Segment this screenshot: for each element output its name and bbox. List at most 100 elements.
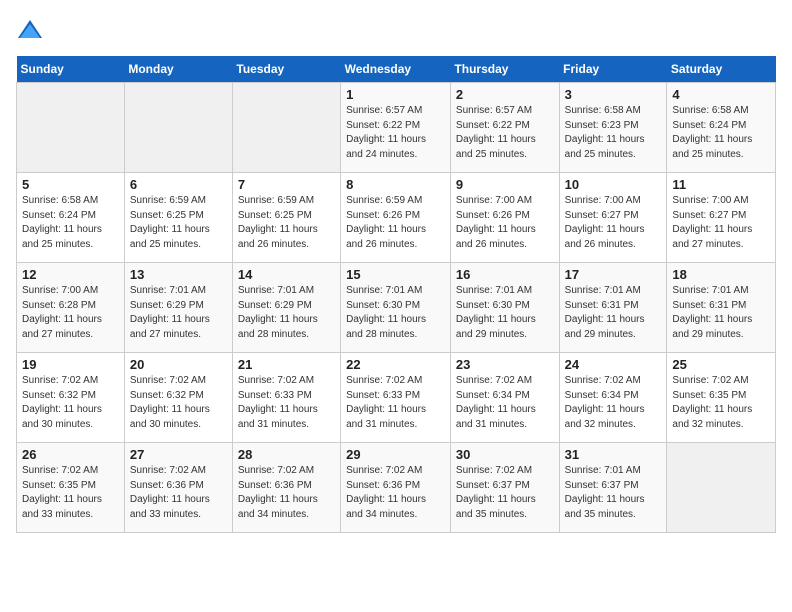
page-header — [16, 16, 776, 44]
calendar-cell: 12 Sunrise: 7:00 AM Sunset: 6:28 PM Dayli… — [17, 263, 125, 353]
calendar-cell: 4 Sunrise: 6:58 AM Sunset: 6:24 PM Daylig… — [667, 83, 776, 173]
calendar-cell: 22Sunrise: 7:02 AM Sunset: 6:33 PM Dayli… — [341, 353, 451, 443]
day-number: 24 — [565, 357, 662, 372]
day-number: 17 — [565, 267, 662, 282]
calendar-cell — [667, 443, 776, 533]
calendar-cell: 2 Sunrise: 6:57 AM Sunset: 6:22 PM Daylig… — [450, 83, 559, 173]
day-number: 16 — [456, 267, 554, 282]
day-number: 11 — [672, 177, 770, 192]
day-number: 2 — [456, 87, 554, 102]
calendar-cell: 5 Sunrise: 6:58 AM Sunset: 6:24 PM Daylig… — [17, 173, 125, 263]
header-sunday: Sunday — [17, 56, 125, 83]
day-number: 14 — [238, 267, 335, 282]
day-number: 9 — [456, 177, 554, 192]
day-number: 27 — [130, 447, 227, 462]
calendar-cell: 15Sunrise: 7:01 AM Sunset: 6:30 PM Dayli… — [341, 263, 451, 353]
calendar-cell: 30 Sunrise: 7:02 AM Sunset: 6:37 PM Dayli… — [450, 443, 559, 533]
day-info: Sunrise: 6:58 AM Sunset: 6:23 PM Dayligh… — [565, 104, 662, 162]
day-number: 1 — [346, 87, 445, 102]
calendar-cell — [124, 83, 232, 173]
day-number: 28 — [238, 447, 335, 462]
calendar-table: SundayMondayTuesdayWednesdayThursdayFrid… — [16, 56, 776, 533]
day-info: Sunrise: 7:02 AM Sunset: 6:36 PM Dayligh… — [238, 464, 335, 522]
day-info: Sunrise: 7:01 AM Sunset: 6:31 PM Dayligh… — [672, 284, 770, 342]
day-number: 6 — [130, 177, 227, 192]
logo — [16, 16, 48, 44]
day-number: 20 — [130, 357, 227, 372]
calendar-cell: 29Sunrise: 7:02 AM Sunset: 6:36 PM Dayli… — [341, 443, 451, 533]
header-thursday: Thursday — [450, 56, 559, 83]
calendar-cell: 3 Sunrise: 6:58 AM Sunset: 6:23 PM Daylig… — [559, 83, 667, 173]
calendar-cell: 7 Sunrise: 6:59 AM Sunset: 6:25 PM Daylig… — [232, 173, 340, 263]
calendar-header-row: SundayMondayTuesdayWednesdayThursdayFrid… — [17, 56, 776, 83]
header-monday: Monday — [124, 56, 232, 83]
calendar-cell: 23 Sunrise: 7:02 AM Sunset: 6:34 PM Dayli… — [450, 353, 559, 443]
day-info: Sunrise: 7:02 AM Sunset: 6:33 PM Dayligh… — [238, 374, 335, 432]
day-number: 19 — [22, 357, 119, 372]
day-info: Sunrise: 7:01 AM Sunset: 6:30 PM Dayligh… — [346, 284, 445, 342]
day-info: Sunrise: 7:02 AM Sunset: 6:35 PM Dayligh… — [672, 374, 770, 432]
day-info: Sunrise: 6:57 AM Sunset: 6:22 PM Dayligh… — [346, 104, 445, 162]
day-number: 21 — [238, 357, 335, 372]
day-info: Sunrise: 7:01 AM Sunset: 6:29 PM Dayligh… — [238, 284, 335, 342]
calendar-cell — [17, 83, 125, 173]
header-saturday: Saturday — [667, 56, 776, 83]
calendar-cell: 1 Sunrise: 6:57 AM Sunset: 6:22 PM Daylig… — [341, 83, 451, 173]
calendar-cell: 21 Sunrise: 7:02 AM Sunset: 6:33 PM Dayli… — [232, 353, 340, 443]
calendar-cell: 18 Sunrise: 7:01 AM Sunset: 6:31 PM Dayli… — [667, 263, 776, 353]
day-number: 31 — [565, 447, 662, 462]
calendar-cell: 17 Sunrise: 7:01 AM Sunset: 6:31 PM Dayli… — [559, 263, 667, 353]
calendar-cell: 20 Sunrise: 7:02 AM Sunset: 6:32 PM Dayli… — [124, 353, 232, 443]
day-number: 12 — [22, 267, 119, 282]
day-number: 7 — [238, 177, 335, 192]
calendar-cell — [232, 83, 340, 173]
calendar-cell: 11 Sunrise: 7:00 AM Sunset: 6:27 PM Dayli… — [667, 173, 776, 263]
day-number: 3 — [565, 87, 662, 102]
day-number: 13 — [130, 267, 227, 282]
calendar-cell: 25 Sunrise: 7:02 AM Sunset: 6:35 PM Dayli… — [667, 353, 776, 443]
calendar-cell: 26 Sunrise: 7:02 AM Sunset: 6:35 PM Dayli… — [17, 443, 125, 533]
day-number: 25 — [672, 357, 770, 372]
calendar-cell: 27 Sunrise: 7:02 AM Sunset: 6:36 PM Dayli… — [124, 443, 232, 533]
week-row-1: 1 Sunrise: 6:57 AM Sunset: 6:22 PM Daylig… — [17, 83, 776, 173]
week-row-4: 19 Sunrise: 7:02 AM Sunset: 6:32 PM Dayli… — [17, 353, 776, 443]
day-number: 29 — [346, 447, 445, 462]
day-info: Sunrise: 6:59 AM Sunset: 6:25 PM Dayligh… — [238, 194, 335, 252]
day-info: Sunrise: 7:00 AM Sunset: 6:26 PM Dayligh… — [456, 194, 554, 252]
day-info: Sunrise: 7:02 AM Sunset: 6:37 PM Dayligh… — [456, 464, 554, 522]
day-number: 26 — [22, 447, 119, 462]
day-number: 8 — [346, 177, 445, 192]
day-number: 5 — [22, 177, 119, 192]
calendar-cell: 8 Sunrise: 6:59 AM Sunset: 6:26 PM Daylig… — [341, 173, 451, 263]
day-info: Sunrise: 6:58 AM Sunset: 6:24 PM Dayligh… — [672, 104, 770, 162]
calendar-cell: 6Sunrise: 6:59 AM Sunset: 6:25 PM Daylig… — [124, 173, 232, 263]
day-number: 30 — [456, 447, 554, 462]
week-row-3: 12 Sunrise: 7:00 AM Sunset: 6:28 PM Dayli… — [17, 263, 776, 353]
day-info: Sunrise: 7:02 AM Sunset: 6:32 PM Dayligh… — [22, 374, 119, 432]
header-tuesday: Tuesday — [232, 56, 340, 83]
day-info: Sunrise: 6:59 AM Sunset: 6:26 PM Dayligh… — [346, 194, 445, 252]
day-info: Sunrise: 7:00 AM Sunset: 6:27 PM Dayligh… — [672, 194, 770, 252]
week-row-5: 26 Sunrise: 7:02 AM Sunset: 6:35 PM Dayli… — [17, 443, 776, 533]
day-number: 23 — [456, 357, 554, 372]
day-number: 4 — [672, 87, 770, 102]
week-row-2: 5 Sunrise: 6:58 AM Sunset: 6:24 PM Daylig… — [17, 173, 776, 263]
day-info: Sunrise: 6:58 AM Sunset: 6:24 PM Dayligh… — [22, 194, 119, 252]
calendar-cell: 24Sunrise: 7:02 AM Sunset: 6:34 PM Dayli… — [559, 353, 667, 443]
day-info: Sunrise: 7:01 AM Sunset: 6:37 PM Dayligh… — [565, 464, 662, 522]
day-info: Sunrise: 7:02 AM Sunset: 6:36 PM Dayligh… — [130, 464, 227, 522]
day-info: Sunrise: 7:02 AM Sunset: 6:34 PM Dayligh… — [456, 374, 554, 432]
day-info: Sunrise: 7:01 AM Sunset: 6:29 PM Dayligh… — [130, 284, 227, 342]
day-info: Sunrise: 7:01 AM Sunset: 6:31 PM Dayligh… — [565, 284, 662, 342]
calendar-cell: 9 Sunrise: 7:00 AM Sunset: 6:26 PM Daylig… — [450, 173, 559, 263]
day-info: Sunrise: 6:57 AM Sunset: 6:22 PM Dayligh… — [456, 104, 554, 162]
calendar-cell: 28 Sunrise: 7:02 AM Sunset: 6:36 PM Dayli… — [232, 443, 340, 533]
calendar-cell: 19 Sunrise: 7:02 AM Sunset: 6:32 PM Dayli… — [17, 353, 125, 443]
day-info: Sunrise: 7:02 AM Sunset: 6:35 PM Dayligh… — [22, 464, 119, 522]
day-info: Sunrise: 7:02 AM Sunset: 6:33 PM Dayligh… — [346, 374, 445, 432]
calendar-cell: 13 Sunrise: 7:01 AM Sunset: 6:29 PM Dayli… — [124, 263, 232, 353]
header-friday: Friday — [559, 56, 667, 83]
day-info: Sunrise: 7:02 AM Sunset: 6:32 PM Dayligh… — [130, 374, 227, 432]
day-number: 18 — [672, 267, 770, 282]
day-info: Sunrise: 7:00 AM Sunset: 6:28 PM Dayligh… — [22, 284, 119, 342]
